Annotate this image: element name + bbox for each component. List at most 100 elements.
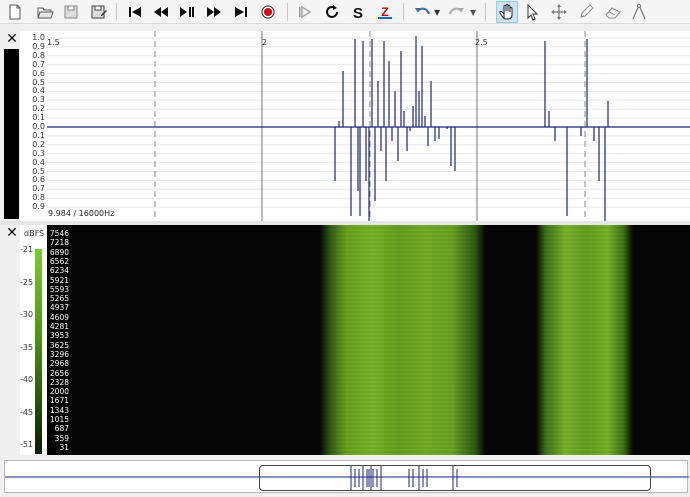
close-waveform-icon[interactable]: ✕ [5, 32, 19, 46]
save-as-icon [91, 5, 107, 19]
draw-tool-button[interactable] [575, 1, 597, 23]
snap-icon: S [353, 5, 363, 21]
open-button[interactable] [34, 1, 56, 23]
navigate-tool-button[interactable] [496, 1, 518, 23]
skip-start-icon [129, 7, 141, 17]
frequency-label: 2328 [49, 377, 69, 387]
frequency-label: 7546 [49, 229, 69, 238]
toolbar-separator [485, 3, 486, 21]
frequency-label: 5593 [49, 284, 69, 294]
frequency-label: 2000 [49, 387, 69, 397]
measure-icon [632, 4, 646, 20]
save-icon [64, 5, 78, 19]
frequency-label: 359 [54, 433, 69, 443]
toolbar: S Z ▼ ▼ [0, 0, 690, 24]
frequency-label: 7218 [49, 238, 69, 248]
frequency-label: 2968 [49, 359, 69, 369]
db-scale-label: -51 [20, 440, 34, 449]
move-tool-button[interactable] [548, 1, 570, 23]
rewind-icon [154, 7, 168, 17]
spectrogram-db-scale: dBFS -21 -25 -30 -35 -40 -45 -51 [20, 225, 47, 455]
amplitude-label: 0.8 [32, 193, 45, 203]
frequency-label: 3625 [49, 340, 69, 350]
frequency-label: 4281 [49, 322, 69, 331]
overview-navigator[interactable] [4, 460, 689, 493]
frequency-label: 6562 [49, 256, 69, 266]
amplitude-label: 0.2 [32, 104, 45, 114]
db-scale-label: -21 [20, 245, 34, 254]
amplitude-label: 0.7 [32, 59, 45, 69]
loop-button[interactable] [321, 1, 343, 23]
spectrogram-texture [320, 225, 640, 455]
play-pause-button[interactable] [176, 1, 198, 23]
waveform-plot[interactable]: 1.5 2 2.5 9.984 / 16000Hz [47, 31, 690, 221]
save-button[interactable] [60, 1, 82, 23]
toolbar-separator [116, 3, 117, 21]
redo-icon [449, 7, 464, 15]
redo-dropdown-icon[interactable]: ▼ [470, 8, 476, 17]
spectrogram-panel: ✕ dBFS -21 -25 -30 -35 -40 -45 -51 7546 7218 689… [0, 225, 690, 455]
pencil-icon [580, 4, 594, 18]
frequency-label: 3953 [49, 331, 69, 341]
go-end-button[interactable] [230, 1, 252, 23]
undo-dropdown-icon[interactable]: ▼ [434, 8, 440, 17]
overview-visible-window[interactable] [259, 465, 651, 491]
loop-icon [326, 5, 338, 18]
amplitude-label: 0.5 [32, 77, 45, 87]
rewind-button[interactable] [150, 1, 172, 23]
amplitude-label: 0.6 [32, 175, 45, 185]
spectrogram-plot[interactable] [70, 225, 690, 455]
spectrogram-colorbar [35, 249, 42, 454]
amplitude-label: 0.4 [32, 86, 45, 96]
amplitude-label: 0.3 [32, 148, 45, 158]
snap-button[interactable]: S [347, 1, 369, 23]
frequency-label: 1671 [49, 396, 69, 406]
frequency-label: 6890 [49, 247, 69, 257]
amplitude-label: 0.5 [32, 166, 45, 176]
toolbar-separator [287, 3, 288, 21]
go-start-button[interactable] [124, 1, 146, 23]
fast-forward-button[interactable] [203, 1, 225, 23]
svg-text:Z: Z [381, 5, 388, 19]
frequency-label: 5921 [49, 275, 69, 285]
frequency-label: 31 [59, 442, 69, 452]
toolbar-separator [403, 3, 404, 21]
zoom-button[interactable]: Z [374, 1, 396, 23]
amplitude-label: 0.7 [32, 184, 45, 194]
record-button[interactable] [257, 1, 279, 23]
spectrogram-frequency-axis: 7546 7218 6890 6562 6234 5921 5593 5265 4937 4609… [47, 225, 70, 455]
time-tick-label: 2.5 [475, 38, 488, 47]
pointer-icon [527, 3, 539, 21]
waveform-amplitude-axis: 1.0 0.9 0.8 0.7 0.6 0.5 0.4 0.3 0.2 0.1 0.0 0.1 0.2 0… [20, 31, 47, 221]
amplitude-label: 0.2 [32, 139, 45, 149]
frequency-label: 3296 [49, 349, 69, 359]
move-icon [551, 4, 567, 20]
save-as-button[interactable] [88, 1, 110, 23]
new-file-button[interactable] [4, 1, 26, 23]
waveform-level-meter [4, 49, 19, 219]
db-scale-label: -30 [20, 310, 34, 319]
amplitude-label: 0.6 [32, 68, 45, 78]
waveform-info-label: 9.984 / 16000Hz [48, 209, 115, 218]
redo-button[interactable] [446, 1, 468, 23]
play-pause-icon [180, 7, 194, 17]
select-tool-button[interactable] [521, 1, 543, 23]
amplitude-label: 0.9 [32, 41, 45, 51]
new-file-icon [9, 4, 21, 20]
frequency-label: 2656 [49, 368, 69, 378]
zoom-icon: Z [378, 5, 392, 19]
close-spectrogram-icon[interactable]: ✕ [5, 226, 19, 240]
measure-tool-button[interactable] [628, 1, 650, 23]
erase-tool-button[interactable] [602, 1, 624, 23]
undo-button[interactable] [411, 1, 433, 23]
play-selection-button[interactable] [294, 1, 316, 23]
svg-text:S: S [353, 5, 363, 21]
frequency-label: 1015 [49, 415, 69, 424]
amplitude-label: 1.0 [32, 33, 45, 42]
app-window: S Z ▼ ▼ ✕ 1.0 0.9 0.8 0.7 0.6 0.5 0.4 0.… [0, 0, 690, 497]
amplitude-label: 0.8 [32, 50, 45, 60]
db-scale-label: -35 [20, 342, 34, 352]
frequency-label: 4609 [49, 312, 69, 322]
waveform-panel: ✕ 1.0 0.9 0.8 0.7 0.6 0.5 0.4 0.3 0.2 0.1 0.0 0.1 0.… [0, 31, 690, 221]
waveform-graph [47, 31, 690, 221]
